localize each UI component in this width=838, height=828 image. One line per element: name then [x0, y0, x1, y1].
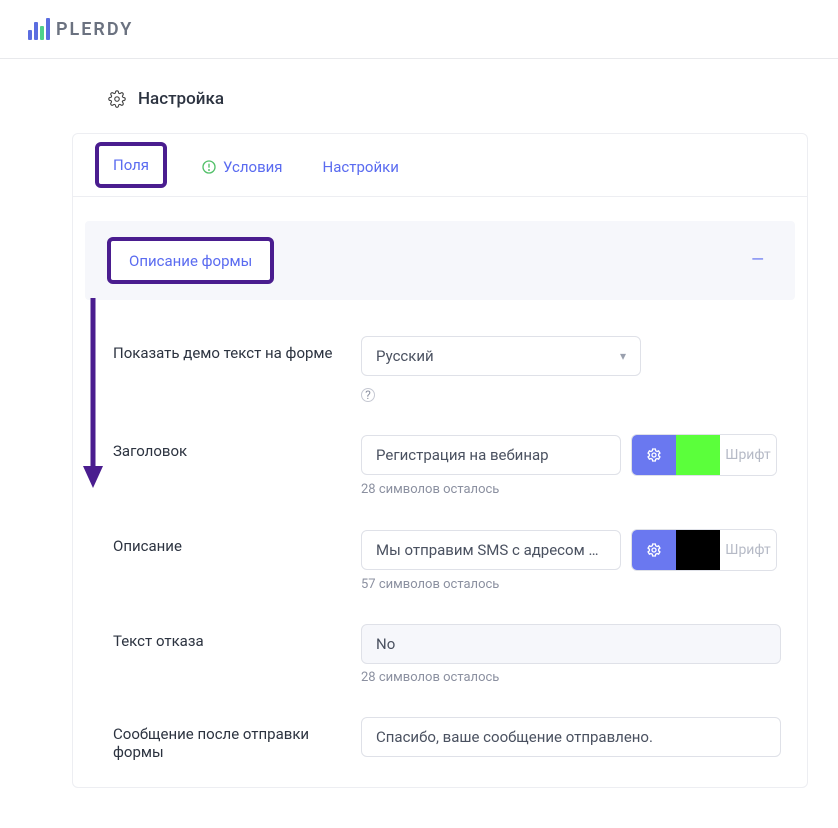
title-char-counter: 28 символов осталось	[361, 482, 783, 497]
warning-icon	[201, 159, 217, 175]
form-area: Показать демо текст на форме Русский ▾ ?…	[73, 310, 807, 787]
title-color-swatch[interactable]	[676, 435, 720, 475]
tabs-bar: Поля Условия Настройки	[73, 134, 807, 197]
section-title-highlight: Описание формы	[107, 237, 274, 284]
demo-language-select[interactable]: Русский ▾	[361, 336, 641, 376]
tab-fields[interactable]: Поля	[95, 142, 167, 188]
tab-conditions-label: Условия	[223, 158, 283, 176]
section-header: Описание формы –	[85, 221, 795, 300]
title-label: Заголовок	[113, 434, 353, 460]
tab-settings-label: Настройки	[323, 158, 399, 176]
brand-name: PLERDY	[56, 19, 133, 40]
title-style-group: Шрифт	[631, 434, 777, 476]
gear-icon	[108, 90, 126, 108]
description-char-counter: 57 символов осталось	[361, 577, 783, 592]
demo-text-label: Показать демо текст на форме	[113, 336, 353, 362]
after-submit-input[interactable]: Спасибо, ваше сообщение отправлено.	[361, 717, 781, 757]
description-style-group: Шрифт	[631, 529, 777, 571]
settings-panel: Поля Условия Настройки Описание формы – …	[72, 133, 808, 788]
logo-bars-icon	[28, 18, 50, 40]
section-title: Описание формы	[129, 252, 252, 270]
tab-conditions[interactable]: Условия	[195, 158, 289, 190]
help-icon[interactable]: ?	[361, 388, 375, 402]
title-input[interactable]: Регистрация на вебинар	[361, 435, 621, 475]
row-description: Описание Мы отправим SMS с адресом стр Ш…	[113, 513, 783, 608]
brand-logo: PLERDY	[28, 18, 810, 40]
chevron-down-icon: ▾	[620, 349, 626, 363]
gear-icon	[646, 447, 662, 463]
page-content: Настройка Поля Условия Настройки Описани…	[0, 59, 838, 828]
description-input[interactable]: Мы отправим SMS с адресом стр	[361, 530, 621, 570]
decline-label: Текст отказа	[113, 624, 353, 650]
title-font-button[interactable]: Шрифт	[720, 435, 776, 475]
description-color-swatch[interactable]	[676, 530, 720, 570]
after-submit-label: Сообщение после отправки формы	[113, 717, 353, 761]
gear-icon	[646, 542, 662, 558]
row-after-submit: Сообщение после отправки формы Спасибо, …	[113, 701, 783, 777]
row-title: Заголовок Регистрация на вебинар Шрифт 2…	[113, 418, 783, 513]
page-title-row: Настройка	[44, 59, 838, 133]
tab-fields-label: Поля	[113, 156, 149, 174]
row-decline: Текст отказа No 28 символов осталось	[113, 608, 783, 701]
collapse-button[interactable]: –	[743, 248, 773, 273]
description-label: Описание	[113, 529, 353, 555]
decline-input[interactable]: No	[361, 624, 781, 664]
page-title: Настройка	[138, 89, 224, 109]
title-color-settings-button[interactable]	[632, 435, 676, 475]
description-font-button[interactable]: Шрифт	[720, 530, 776, 570]
app-header: PLERDY	[0, 0, 838, 59]
decline-char-counter: 28 символов осталось	[361, 670, 783, 685]
tab-settings[interactable]: Настройки	[317, 158, 405, 190]
annotation-arrow-icon	[81, 298, 105, 488]
row-demo-text: Показать демо текст на форме Русский ▾ ?	[113, 320, 783, 418]
description-color-settings-button[interactable]	[632, 530, 676, 570]
demo-language-value: Русский	[376, 347, 434, 365]
